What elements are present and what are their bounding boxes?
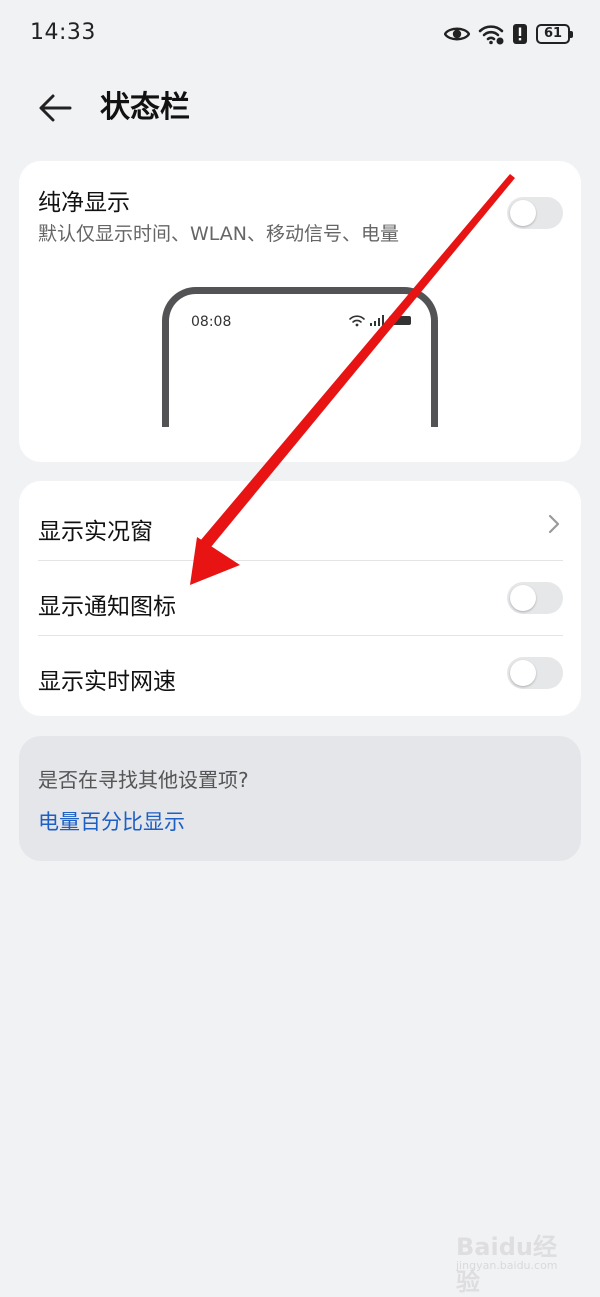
settings-list-card: 显示实况窗 显示通知图标 显示实时网速 — [19, 481, 581, 716]
row-label: 显示实况窗 — [38, 519, 153, 545]
row-live-window[interactable]: 显示实况窗 — [19, 486, 581, 561]
search-hint-card: 是否在寻找其他设置项? 电量百分比显示 — [19, 736, 581, 861]
network-speed-toggle[interactable] — [507, 657, 563, 689]
pure-display-title: 纯净显示 — [38, 190, 130, 216]
eye-icon — [444, 27, 470, 41]
row-label: 显示通知图标 — [38, 594, 176, 620]
alert-icon — [513, 24, 527, 44]
status-time: 14:33 — [30, 20, 96, 45]
status-icons: 61 — [444, 20, 573, 48]
pure-display-card: 纯净显示 默认仅显示时间、WLAN、移动信号、电量 08:08 — [19, 161, 581, 462]
watermark: Baidu经验 jingyan.baidu.com — [456, 1219, 566, 1296]
page-header: 状态栏 — [0, 80, 600, 136]
page-title: 状态栏 — [100, 90, 190, 125]
notification-icons-toggle[interactable] — [507, 582, 563, 614]
signal-icon — [370, 315, 384, 326]
battery-percentage-link[interactable]: 电量百分比显示 — [38, 806, 185, 836]
row-network-speed: 显示实时网速 — [19, 636, 581, 711]
watermark-url: jingyan.baidu.com — [456, 1259, 558, 1272]
wifi-icon — [478, 25, 504, 45]
pure-display-subtitle: 默认仅显示时间、WLAN、移动信号、电量 — [38, 223, 400, 245]
phone-illustration: 08:08 — [162, 287, 438, 427]
arrow-left-icon[interactable] — [36, 88, 76, 128]
row-notification-icons: 显示通知图标 — [19, 561, 581, 636]
hint-question: 是否在寻找其他设置项? — [38, 768, 249, 792]
wifi-icon — [349, 315, 365, 327]
status-bar: 14:33 61 — [0, 0, 600, 70]
illustration-time: 08:08 — [191, 314, 232, 330]
chevron-right-icon — [548, 514, 560, 534]
battery-icon: 61 — [536, 24, 573, 44]
row-label: 显示实时网速 — [38, 669, 176, 695]
illustration-status-icons — [349, 314, 411, 327]
battery-icon — [389, 316, 411, 325]
pure-display-toggle[interactable] — [507, 197, 563, 229]
